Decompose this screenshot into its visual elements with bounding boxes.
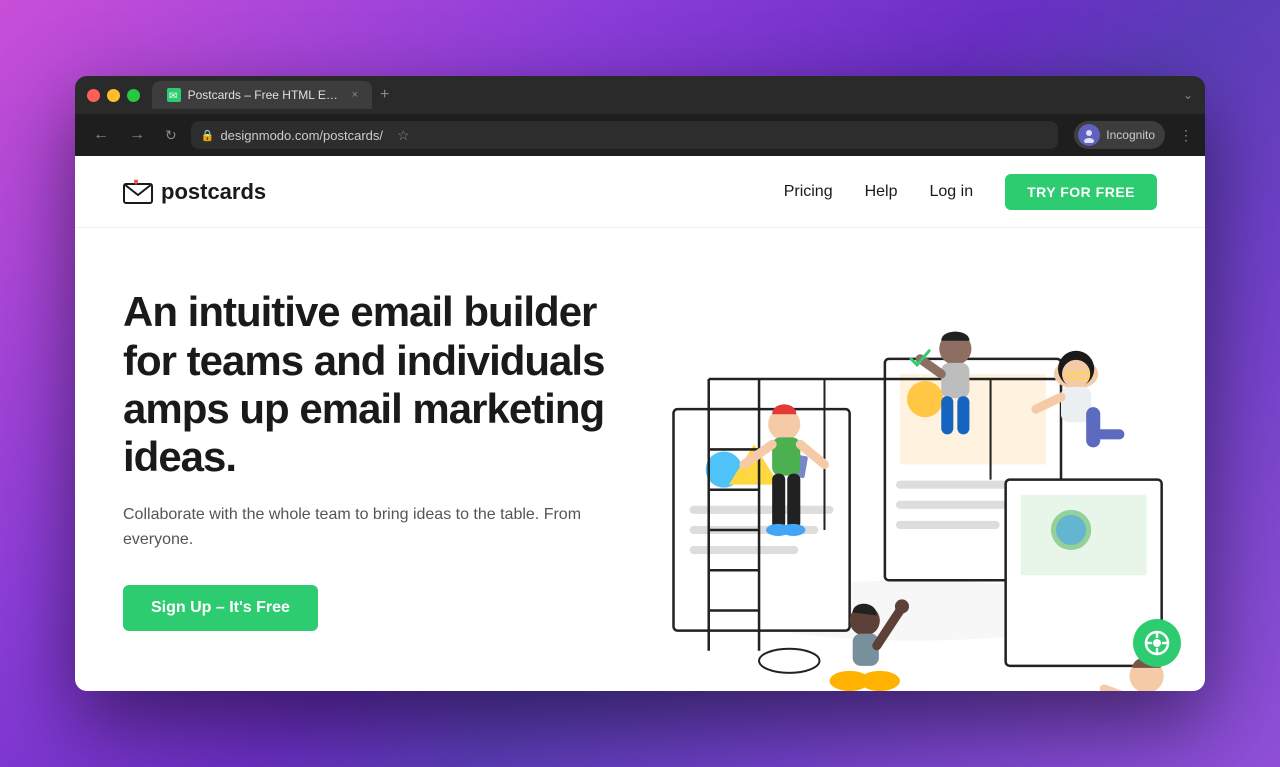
url-bar[interactable]: 🔒 designmodo.com/postcards/ ☆ [191, 121, 1059, 149]
tab-close-icon[interactable]: × [352, 89, 358, 101]
hero-illustration [605, 228, 1205, 691]
nav-cta-button[interactable]: TRY FOR FREE [1005, 174, 1157, 210]
new-tab-button[interactable]: + [380, 86, 389, 104]
nav-links: Pricing Help Log in TRY FOR FREE [784, 174, 1157, 210]
hero-cta-button[interactable]: Sign Up – It's Free [123, 585, 318, 631]
back-button[interactable]: ← [87, 122, 115, 148]
tab-expand-icon[interactable]: ⌄ [1183, 88, 1193, 102]
browser-tab[interactable]: ✉ Postcards – Free HTML Email × [152, 81, 372, 109]
addressbar: ← → ↻ 🔒 designmodo.com/postcards/ ☆ Inco… [75, 114, 1205, 156]
illustration-svg [605, 228, 1205, 691]
tab-bar: ✉ Postcards – Free HTML Email × + [152, 81, 1193, 109]
chat-button[interactable] [1133, 619, 1181, 667]
hero-subtext: Collaborate with the whole team to bring… [123, 502, 643, 553]
site-nav: postcards Pricing Help Log in TRY FOR FR… [75, 156, 1205, 228]
bookmark-icon[interactable]: ☆ [397, 127, 410, 144]
traffic-lights [87, 89, 140, 102]
hero-text: An intuitive email builder for teams and… [123, 288, 643, 630]
forward-button[interactable]: → [123, 122, 151, 148]
hero-section: An intuitive email builder for teams and… [75, 228, 1205, 691]
tab-favicon: ✉ [166, 87, 182, 103]
hero-heading: An intuitive email builder for teams and… [123, 288, 643, 481]
chat-icon [1144, 630, 1170, 656]
profile-avatar [1078, 124, 1100, 146]
help-link[interactable]: Help [865, 183, 898, 201]
logo-icon [123, 179, 155, 205]
url-text: designmodo.com/postcards/ [220, 128, 383, 143]
svg-text:✉: ✉ [169, 91, 177, 102]
minimize-button[interactable] [107, 89, 120, 102]
close-button[interactable] [87, 89, 100, 102]
login-link[interactable]: Log in [930, 183, 974, 201]
profile-button[interactable]: Incognito [1074, 121, 1165, 149]
browser-menu-icon[interactable]: ⋮ [1179, 127, 1193, 144]
logo-text: postcards [161, 179, 266, 205]
titlebar: ✉ Postcards – Free HTML Email × + ⌄ [75, 76, 1205, 114]
refresh-button[interactable]: ↻ [159, 123, 183, 148]
pricing-link[interactable]: Pricing [784, 183, 833, 201]
site-logo[interactable]: postcards [123, 179, 266, 205]
site-content: postcards Pricing Help Log in TRY FOR FR… [75, 156, 1205, 691]
lock-icon: 🔒 [201, 129, 215, 142]
tab-title: Postcards – Free HTML Email [188, 88, 344, 102]
browser-window: ✉ Postcards – Free HTML Email × + ⌄ ← → … [75, 76, 1205, 691]
maximize-button[interactable] [127, 89, 140, 102]
profile-name: Incognito [1106, 128, 1155, 142]
